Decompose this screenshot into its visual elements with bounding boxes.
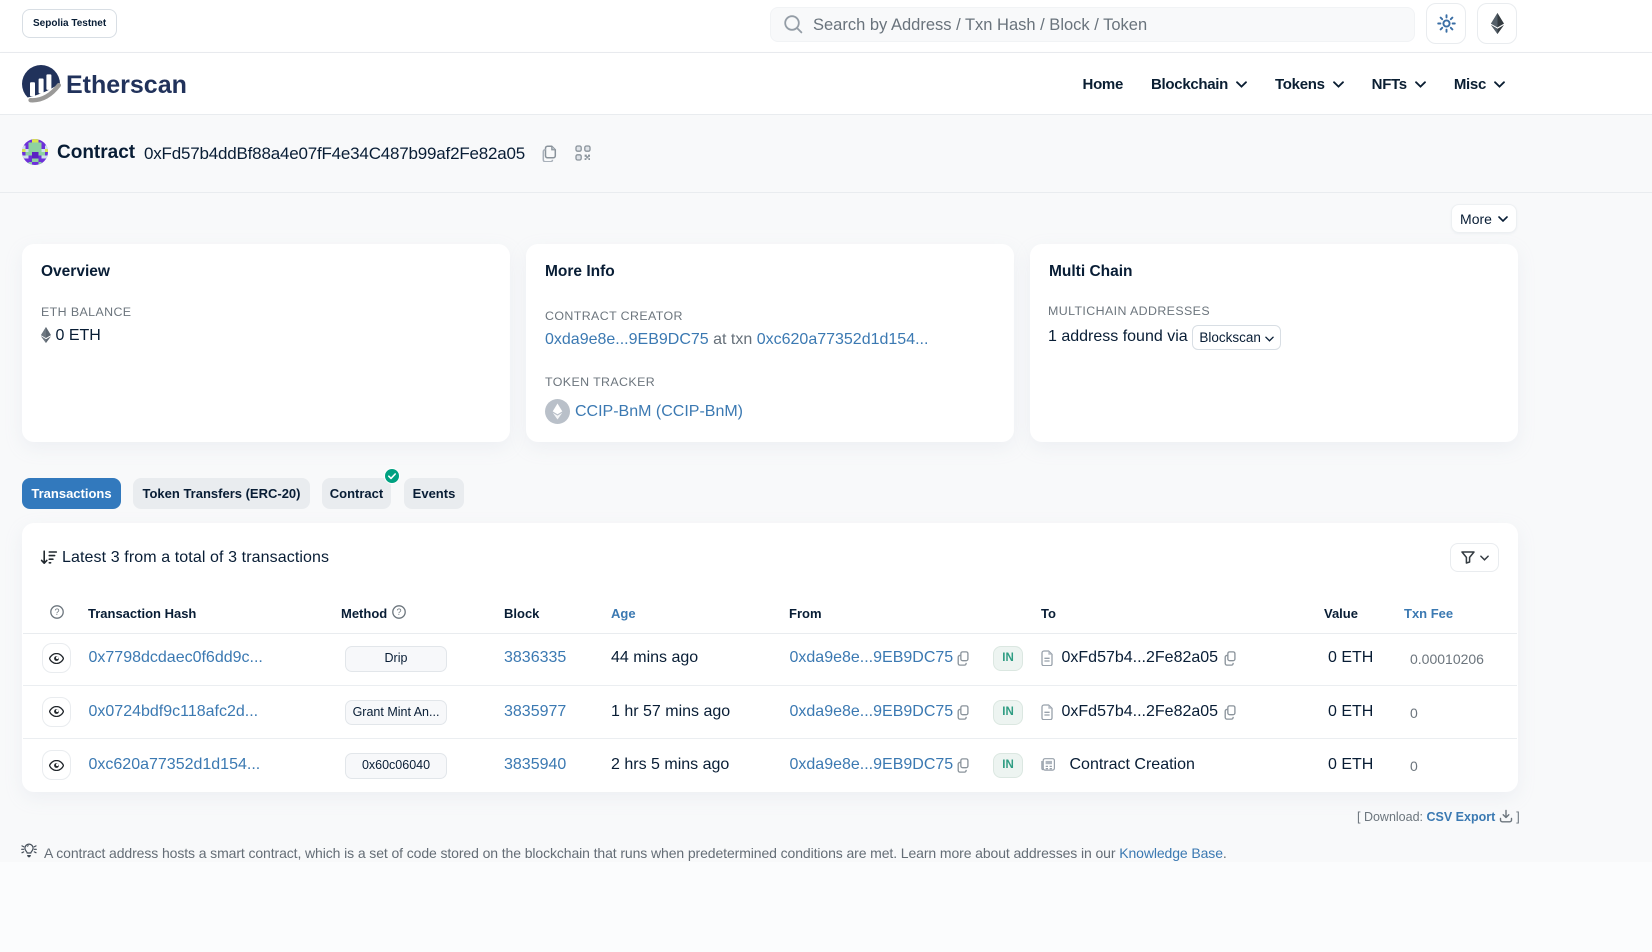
svg-text:?: ? <box>54 607 59 617</box>
svg-text:?: ? <box>396 607 401 617</box>
